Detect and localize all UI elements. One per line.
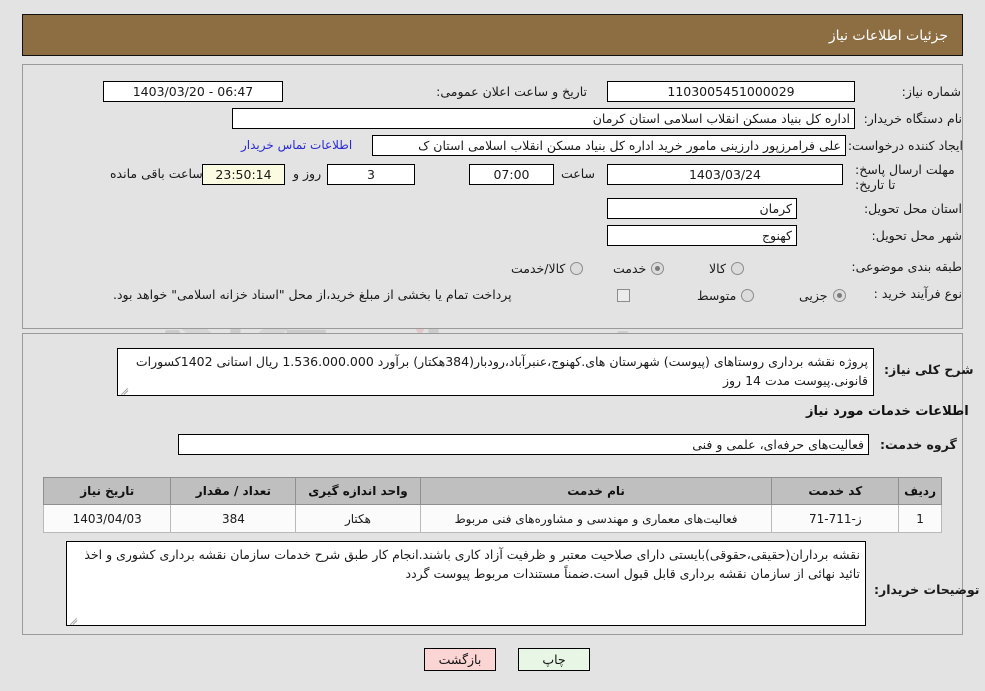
process-option-jozie[interactable]: جزیی bbox=[799, 285, 846, 304]
category-option-kala-khedmat-label: کالا/خدمت bbox=[511, 261, 566, 276]
radio-kala-icon[interactable] bbox=[730, 262, 744, 275]
category-label: طبقه بندی موضوعی: bbox=[851, 258, 962, 274]
services-section-heading: اطلاعات خدمات مورد نیاز bbox=[806, 404, 969, 419]
category-option-kala[interactable]: کالا bbox=[709, 258, 744, 277]
cell-service-name: فعالیت‌های معماری و مهندسی و مشاوره‌های … bbox=[419, 504, 773, 533]
checkbox-treasury-icon[interactable] bbox=[617, 289, 630, 302]
services-table: ردیف کد خدمت نام خدمت واحد اندازه گیری ت… bbox=[42, 477, 942, 533]
requester-value: علی فرامرزپور دارزینی مامور خرید اداره ک… bbox=[372, 135, 846, 156]
need-number-value: 1103005451000029 bbox=[607, 81, 855, 102]
table-row[interactable]: 1 ز-711-71 فعالیت‌های معماری و مهندسی و … bbox=[42, 504, 942, 533]
summary-label: شرح کلی نیاز: bbox=[884, 362, 974, 377]
category-option-kala-khedmat[interactable]: کالا/خدمت bbox=[511, 258, 584, 277]
deadline-label: مهلت ارسال پاسخ: تا تاریخ: bbox=[855, 162, 955, 192]
buyer-org-value: اداره کل بنیاد مسکن انقلاب اسلامی استان … bbox=[232, 108, 855, 129]
th-quantity: تعداد / مقدار bbox=[170, 477, 297, 505]
need-number-label: شماره نیاز: bbox=[901, 84, 961, 99]
buyer-org-label: نام دستگاه خریدار: bbox=[863, 111, 962, 126]
resize-grip-icon[interactable] bbox=[120, 384, 130, 395]
treasury-checkbox-label: پرداخت تمام یا بخشی از مبلغ خرید،از محل … bbox=[113, 287, 512, 302]
cell-quantity: 384 bbox=[170, 504, 297, 533]
days-label: روز و bbox=[293, 166, 322, 181]
process-label: نوع فرآیند خرید : bbox=[873, 285, 962, 301]
deadline-date-value: 1403/03/24 bbox=[607, 164, 843, 185]
buyer-contact-link[interactable]: اطلاعات تماس خریدار bbox=[241, 138, 352, 152]
radio-khedmat-icon[interactable] bbox=[651, 262, 665, 275]
back-button[interactable]: بازگشت bbox=[424, 648, 496, 671]
time-remaining-label: ساعت باقی مانده bbox=[110, 166, 203, 181]
province-label: استان محل تحویل: bbox=[863, 201, 962, 216]
page-title: جزئیات اطلاعات نیاز bbox=[22, 14, 963, 56]
table-header-row: ردیف کد خدمت نام خدمت واحد اندازه گیری ت… bbox=[42, 477, 942, 505]
category-option-kala-label: کالا bbox=[709, 261, 726, 276]
buyer-notes-label: توضیحات خریدار: bbox=[874, 582, 980, 597]
public-announce-label: تاریخ و ساعت اعلان عمومی: bbox=[436, 84, 587, 99]
print-button[interactable]: چاپ bbox=[518, 648, 590, 671]
th-service-name: نام خدمت bbox=[419, 477, 773, 505]
requester-label: ایجاد کننده درخواست: bbox=[847, 138, 963, 153]
page-root: AriaTender.net جزئیات اطلاعات نیاز شماره… bbox=[0, 0, 985, 691]
public-announce-value: 1403/03/20 - 06:47 bbox=[103, 81, 283, 102]
th-row-no: ردیف bbox=[898, 477, 942, 505]
th-service-code: کد خدمت bbox=[771, 477, 900, 505]
process-option-motavaset-label: متوسط bbox=[697, 288, 737, 303]
hour-label: ساعت bbox=[561, 166, 596, 181]
th-unit: واحد اندازه گیری bbox=[295, 477, 421, 505]
service-group-label: گروه خدمت: bbox=[880, 437, 957, 452]
buyer-notes-textarea[interactable]: نقشه برداران(حقیقی،حقوقی)بایستی دارای صل… bbox=[66, 541, 866, 626]
days-remaining-value: 3 bbox=[327, 164, 415, 185]
category-option-khedmat[interactable]: خدمت bbox=[613, 258, 665, 277]
cell-need-date: 1403/04/03 bbox=[42, 504, 172, 533]
cell-row-no: 1 bbox=[898, 504, 942, 533]
summary-textarea[interactable]: پروژه نقشه برداری روستاهای (پیوست) شهرست… bbox=[117, 348, 874, 396]
process-option-jozie-label: جزیی bbox=[799, 288, 828, 303]
city-value: کهنوج bbox=[607, 225, 797, 246]
category-option-khedmat-label: خدمت bbox=[613, 261, 647, 276]
buyer-notes-text: نقشه برداران(حقیقی،حقوقی)بایستی دارای صل… bbox=[84, 547, 860, 581]
process-option-motavaset[interactable]: متوسط bbox=[697, 285, 755, 304]
summary-text: پروژه نقشه برداری روستاهای (پیوست) شهرست… bbox=[135, 354, 868, 388]
cell-unit: هکتار bbox=[295, 504, 421, 533]
radio-motavaset-icon[interactable] bbox=[741, 289, 755, 302]
province-value: کرمان bbox=[607, 198, 797, 219]
hour-value: 07:00 bbox=[469, 164, 554, 185]
radio-kala-khedmat-icon[interactable] bbox=[570, 262, 584, 275]
service-group-value: فعالیت‌های حرفه‌ای، علمی و فنی bbox=[178, 434, 869, 455]
radio-jozie-icon[interactable] bbox=[832, 289, 846, 302]
treasury-checkbox-group[interactable] bbox=[617, 285, 630, 304]
city-label: شهر محل تحویل: bbox=[871, 228, 962, 243]
resize-grip-notes-icon[interactable] bbox=[69, 614, 79, 625]
time-remaining-value: 23:50:14 bbox=[202, 164, 285, 185]
th-need-date: تاریخ نیاز bbox=[42, 477, 172, 505]
cell-service-code: ز-711-71 bbox=[771, 504, 900, 533]
